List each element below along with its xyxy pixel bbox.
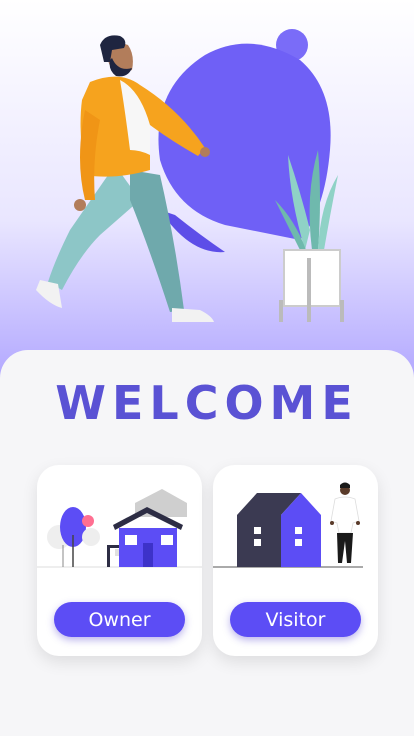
hero-illustration bbox=[36, 29, 344, 322]
page-title: WELCOME bbox=[55, 376, 359, 430]
owner-button[interactable]: Owner bbox=[54, 602, 185, 637]
visitor-button[interactable]: Visitor bbox=[230, 602, 361, 637]
owner-card[interactable]: Owner bbox=[37, 465, 202, 656]
visitor-icon bbox=[213, 482, 363, 568]
house-icon bbox=[37, 489, 202, 568]
visitor-card[interactable]: Visitor bbox=[213, 465, 378, 656]
